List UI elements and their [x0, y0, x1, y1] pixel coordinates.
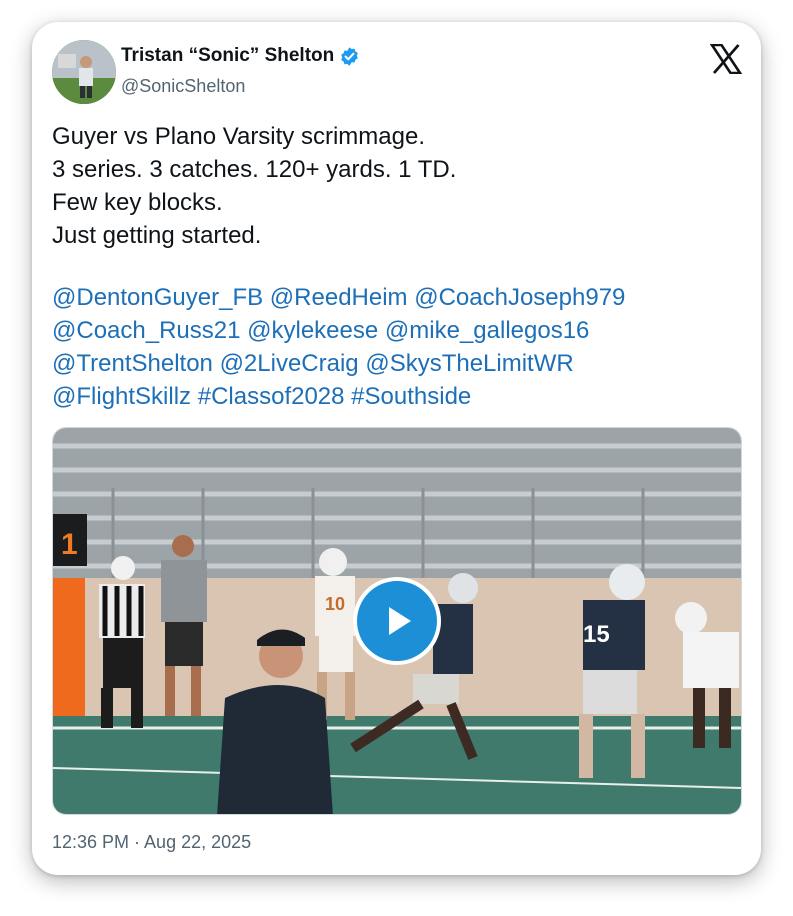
jersey-number: 10	[325, 594, 345, 614]
mention-link[interactable]: @2LiveCraig	[220, 350, 359, 377]
author-handle[interactable]: @SonicShelton	[121, 76, 245, 97]
video-player[interactable]: 1 10 15	[52, 427, 742, 815]
mention-link[interactable]: @TrentShelton	[52, 350, 213, 377]
hashtag-link[interactable]: #Classof2028	[198, 383, 345, 410]
avatar[interactable]	[52, 40, 116, 104]
mention-link[interactable]: @kylekeese	[247, 317, 378, 344]
scoreboard-digit: 1	[61, 528, 78, 561]
verified-badge-icon	[339, 46, 360, 67]
mention-link[interactable]: @mike_gallegos16	[385, 317, 589, 344]
mention-link[interactable]: @SkysTheLimitWR	[365, 350, 573, 377]
mention-line: @FlightSkillz #Classof2028 #Southside	[52, 380, 742, 413]
mention-link[interactable]: @CoachJoseph979	[414, 284, 625, 311]
mention-line: @Coach_Russ21 @kylekeese @mike_gallegos1…	[52, 314, 742, 347]
play-icon	[389, 607, 411, 635]
tweet-line: Guyer vs Plano Varsity scrimmage.	[52, 123, 425, 150]
mention-line: @DentonGuyer_FB @ReedHeim @CoachJoseph97…	[52, 281, 742, 314]
author-name-row[interactable]: Tristan “Sonic” Shelton	[121, 45, 360, 67]
tweet-line: Few key blocks.	[52, 189, 223, 216]
mention-link[interactable]: @DentonGuyer_FB	[52, 284, 263, 311]
mention-line: @TrentShelton @2LiveCraig @SkysTheLimitW…	[52, 347, 742, 380]
avatar-image	[52, 40, 116, 104]
tweet-card: Tristan “Sonic” Shelton @SonicShelton Gu…	[32, 22, 761, 875]
tweet-text: Guyer vs Plano Varsity scrimmage. 3 seri…	[52, 120, 742, 413]
hashtag-link[interactable]: #Southside	[351, 383, 471, 410]
mention-link[interactable]: @Coach_Russ21	[52, 317, 240, 344]
tweet-line: 3 series. 3 catches. 120+ yards. 1 TD.	[52, 156, 457, 183]
mention-link[interactable]: @ReedHeim	[270, 284, 408, 311]
mention-link[interactable]: @FlightSkillz	[52, 383, 191, 410]
tweet-spacer	[52, 252, 742, 281]
play-button[interactable]	[353, 577, 441, 665]
x-logo-icon[interactable]	[709, 43, 743, 75]
author-display-name[interactable]: Tristan “Sonic” Shelton	[121, 45, 334, 67]
tweet-line: Just getting started.	[52, 222, 262, 249]
tweet-timestamp[interactable]: 12:36 PM · Aug 22, 2025	[52, 832, 251, 853]
jersey-number: 15	[583, 621, 610, 648]
